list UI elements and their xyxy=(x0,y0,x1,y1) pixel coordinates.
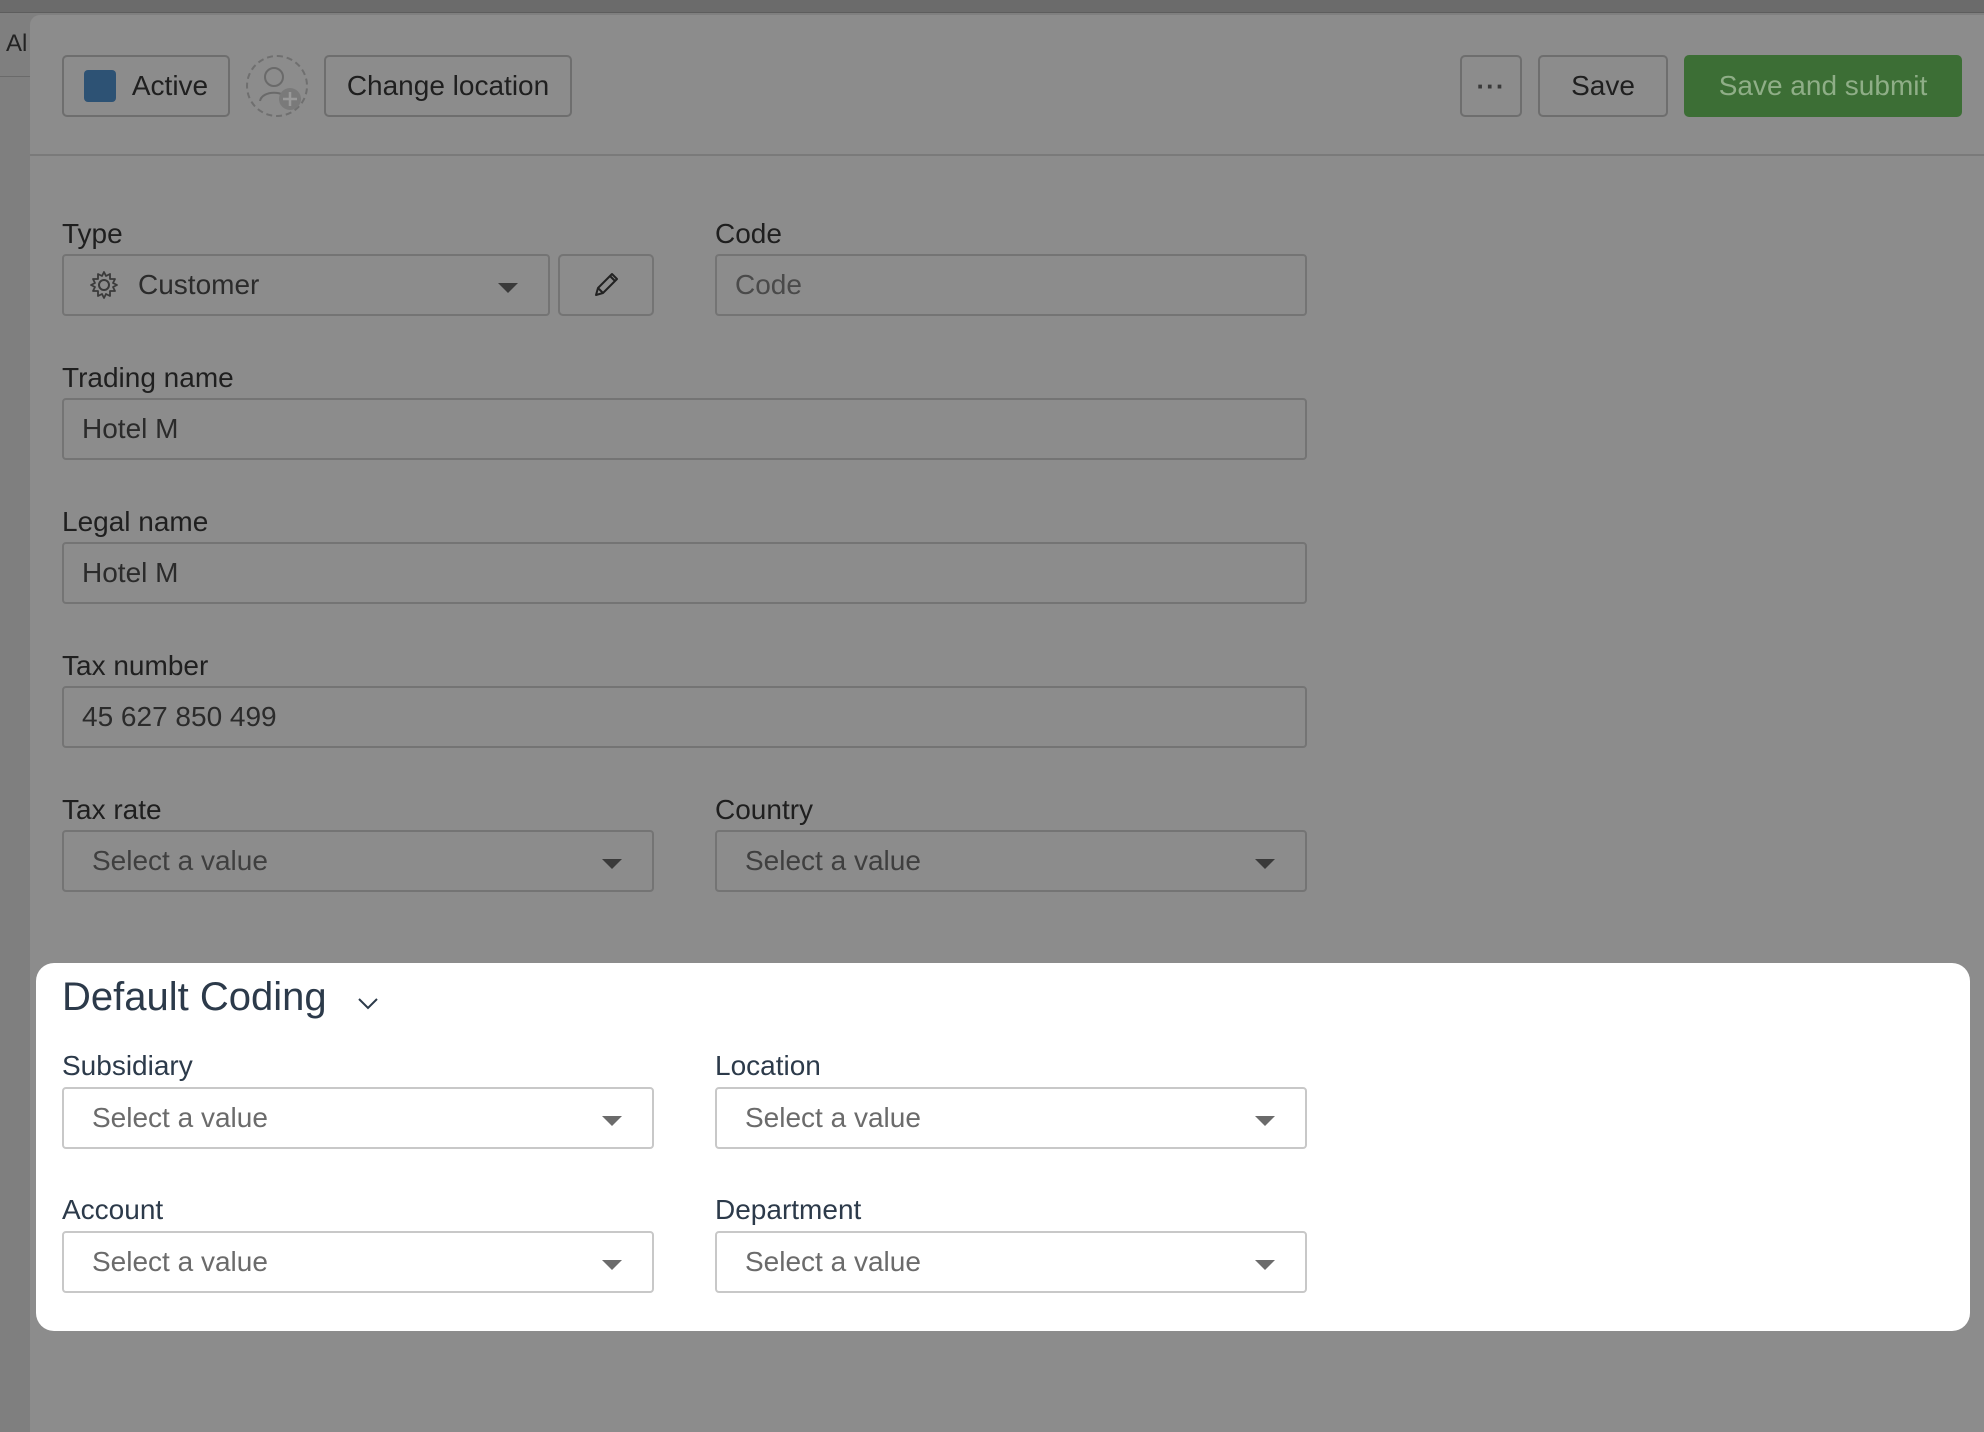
country-select[interactable]: Select a value xyxy=(715,830,1307,892)
change-location-button[interactable]: Change location xyxy=(324,55,572,117)
department-select[interactable]: Select a value xyxy=(715,1231,1307,1293)
background-side-text: Al xyxy=(6,30,28,57)
account-label: Account xyxy=(62,1194,164,1225)
account-select[interactable]: Select a value xyxy=(62,1231,654,1293)
code-label: Code xyxy=(715,218,782,249)
chevron-down-icon xyxy=(602,1116,622,1126)
legal-name-value: Hotel M xyxy=(82,557,179,588)
add-user-icon xyxy=(259,67,301,110)
subsidiary-select[interactable]: Select a value xyxy=(62,1087,654,1149)
chevron-down-icon xyxy=(602,859,622,869)
save-label: Save xyxy=(1571,70,1635,101)
save-and-submit-label: Save and submit xyxy=(1718,70,1928,101)
subsidiary-placeholder: Select a value xyxy=(92,1102,268,1133)
tax-rate-label: Tax rate xyxy=(62,794,162,825)
chevron-down-icon xyxy=(1255,1260,1275,1270)
type-label: Type xyxy=(62,218,123,249)
edit-type-button[interactable] xyxy=(558,254,654,316)
status-swatch xyxy=(83,70,116,102)
account-placeholder: Select a value xyxy=(92,1246,268,1277)
chevron-down-icon xyxy=(1255,1116,1275,1126)
location-placeholder: Select a value xyxy=(745,1102,921,1133)
country-label: Country xyxy=(715,794,814,825)
default-coding-title: Default Coding xyxy=(62,975,327,1019)
legal-name-input[interactable]: Hotel M xyxy=(62,542,1307,604)
background-divider xyxy=(0,76,30,77)
save-and-submit-button[interactable]: Save and submit xyxy=(1684,55,1962,117)
code-input[interactable]: Code xyxy=(715,254,1307,316)
tax-number-input[interactable]: 45 627 850 499 xyxy=(62,686,1307,748)
chevron-down-icon xyxy=(1255,859,1275,869)
add-user-button[interactable] xyxy=(246,55,308,117)
country-placeholder: Select a value xyxy=(745,845,921,876)
toolbar: Active Change location ··· Save Save and… xyxy=(30,15,1984,156)
trading-name-value: Hotel M xyxy=(82,413,179,444)
pencil-icon xyxy=(595,273,618,296)
more-options-button[interactable]: ··· xyxy=(1460,55,1522,117)
tax-number-label: Tax number xyxy=(62,650,209,681)
default-coding-section: Default Coding Subsidiary Select a value… xyxy=(36,963,1970,1331)
department-label: Department xyxy=(715,1194,862,1225)
tax-number-value: 45 627 850 499 xyxy=(82,701,277,732)
code-placeholder: Code xyxy=(735,269,802,300)
gear-icon xyxy=(90,271,118,299)
subsidiary-label: Subsidiary xyxy=(62,1050,193,1081)
background-topbar xyxy=(0,0,1984,13)
trading-name-label: Trading name xyxy=(62,362,234,393)
trading-name-input[interactable]: Hotel M xyxy=(62,398,1307,460)
tax-rate-placeholder: Select a value xyxy=(92,845,268,876)
status-label: Active xyxy=(131,70,209,101)
change-location-label: Change location xyxy=(346,70,550,101)
legal-name-label: Legal name xyxy=(62,506,209,537)
save-button[interactable]: Save xyxy=(1538,55,1668,117)
collapse-chevron-icon[interactable] xyxy=(356,993,380,1013)
more-icon: ··· xyxy=(1476,70,1506,101)
type-select[interactable]: Customer xyxy=(62,254,550,316)
location-select[interactable]: Select a value xyxy=(715,1087,1307,1149)
location-label: Location xyxy=(715,1050,821,1081)
chevron-down-icon xyxy=(602,1260,622,1270)
tax-rate-select[interactable]: Select a value xyxy=(62,830,654,892)
chevron-down-icon xyxy=(498,283,518,293)
status-button[interactable]: Active xyxy=(62,55,230,117)
department-placeholder: Select a value xyxy=(745,1246,921,1277)
type-value: Customer xyxy=(138,269,260,300)
